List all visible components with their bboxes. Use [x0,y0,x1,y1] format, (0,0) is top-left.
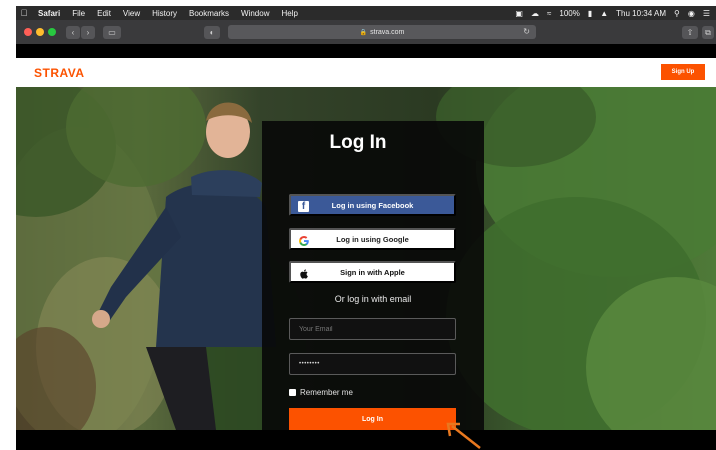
battery-text[interactable]: 100% [559,9,579,18]
annotation-arrow-icon [446,422,481,449]
safari-toolbar: ‹ › ▭ ◐ 🔒 strava.com ↻ ⇧ ⧉ [16,20,716,44]
strava-logo[interactable]: STRAVA [34,66,85,80]
cloud-icon[interactable]: ☁ [531,9,539,18]
facebook-login-button[interactable]: f Log in using Facebook [289,194,456,216]
apple-menu-icon[interactable]:  [16,8,32,18]
volume-icon[interactable]: ▲ [600,9,608,18]
forward-button[interactable]: › [81,25,95,39]
site-header: STRAVA Sign Up [16,58,716,87]
menu-help[interactable]: Help [275,9,303,18]
tabs-overview-icon[interactable]: ⧉ [702,26,714,39]
apple-login-label: Sign in with Apple [340,267,405,277]
google-login-button[interactable]: Log in using Google [289,228,456,250]
remember-me-label: Remember me [300,388,353,397]
login-title: Log In [329,132,387,153]
reader-mode-icon[interactable]: ◐ [204,26,220,39]
google-login-label: Log in using Google [336,234,409,244]
address-bar[interactable]: 🔒 strava.com ↻ [228,25,536,39]
google-icon [297,234,311,248]
battery-icon[interactable]: ▮ [588,9,592,18]
notification-center-icon[interactable]: ☰ [703,9,710,18]
apple-login-button[interactable]: Sign in with Apple [289,261,456,283]
macos-menubar:  Safari File Edit View History Bookmark… [16,6,716,20]
clock[interactable]: Thu 10:34 AM [616,9,666,18]
login-submit-button[interactable]: Log In [289,408,456,430]
toolbar-bottom-strip [16,44,716,58]
wifi-icon[interactable]: ≈ [547,9,551,18]
window-zoom-button[interactable] [48,28,56,36]
spotlight-search-icon[interactable]: ⚲ [674,9,680,18]
password-input[interactable]: •••••••• [289,353,456,375]
menu-app-safari[interactable]: Safari [32,9,66,18]
menu-view[interactable]: View [117,9,146,18]
sign-up-button[interactable]: Sign Up [661,64,705,80]
facebook-icon: f [298,201,309,212]
remember-me-row[interactable]: Remember me [289,388,353,397]
window-minimize-button[interactable] [36,28,44,36]
reload-icon[interactable]: ↻ [523,27,530,36]
menu-file[interactable]: File [66,9,91,18]
sidebar-toggle-icon[interactable]: ▭ [103,25,121,39]
address-url: strava.com [370,28,405,36]
menu-bookmarks[interactable]: Bookmarks [183,9,235,18]
remember-me-checkbox[interactable] [289,389,296,396]
display-icon[interactable]: ▣ [515,9,523,18]
email-input[interactable] [289,318,456,340]
menu-history[interactable]: History [146,9,183,18]
email-divider-text: Or log in with email [334,294,412,304]
lock-icon: 🔒 [359,29,368,36]
facebook-login-label: Log in using Facebook [331,200,414,210]
window-close-button[interactable] [24,28,32,36]
bottom-black-bar [16,430,716,450]
menu-window[interactable]: Window [235,9,275,18]
apple-icon [297,267,311,281]
back-button[interactable]: ‹ [66,25,80,39]
menu-edit[interactable]: Edit [91,9,117,18]
siri-icon[interactable]: ◉ [688,9,695,18]
status-area: ▣ ☁ ≈ 100% ▮ ▲ Thu 10:34 AM ⚲ ◉ ☰ [515,9,716,18]
share-icon[interactable]: ⇧ [682,26,698,39]
